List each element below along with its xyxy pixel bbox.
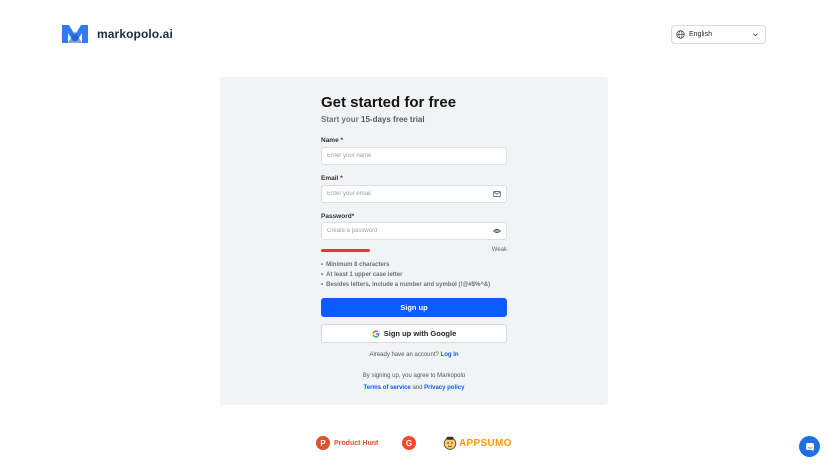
markopolo-logo-icon [62,25,88,43]
name-input[interactable] [327,153,501,159]
page-title: Get started for free [321,94,457,111]
login-prompt: Already have an account? Log In [321,352,507,358]
signup-button[interactable]: Sign up [321,298,507,317]
g2-badge-icon[interactable]: G [402,436,416,450]
privacy-link[interactable]: Privacy policy [424,385,464,391]
globe-icon [676,30,685,39]
brand-name: markopolo.ai [97,27,173,41]
password-rule-item: Minimum 8 characters [321,260,490,270]
producthunt-icon: P [316,436,330,450]
password-rules: Minimum 8 charactersAt least 1 upper cas… [321,260,490,290]
password-label: Password* [321,213,355,220]
brand-logo[interactable]: markopolo.ai [61,23,173,45]
producthunt-label: Product Hunt [334,439,379,447]
signup-card: Get started for free Start your 15-days … [220,77,608,405]
appsumo-mascot-icon [443,436,457,450]
appsumo-badge[interactable]: APPSUMO [443,436,512,450]
password-rule-item: At least 1 upper case letter [321,270,490,280]
strength-bar [321,249,370,252]
strength-track [321,249,461,252]
login-prompt-text: Already have an account? [369,352,439,358]
language-label: English [689,31,712,38]
chat-launcher-button[interactable] [799,436,820,457]
name-label: Name * [321,137,344,144]
subtitle: Start your 15-days free trial [321,115,425,124]
terms-link[interactable]: Terms of service [364,385,411,391]
google-icon [372,329,380,338]
google-signup-button[interactable]: Sign up with Google [321,324,507,343]
legal-and: and [412,385,423,391]
language-select[interactable]: English [671,25,766,44]
strength-label: Weak [491,247,507,253]
password-input[interactable] [327,228,493,234]
name-field[interactable] [321,147,507,165]
password-strength: Weak [321,247,507,256]
mail-icon [493,191,501,197]
trust-badges: P Product Hunt G APPSUMO [316,436,516,452]
appsumo-label: APPSUMO [459,437,512,449]
email-field[interactable] [321,185,507,203]
password-field[interactable] [321,222,507,240]
email-label: Email * [321,175,343,182]
password-rule-item: Besides letters, include a number and sy… [321,280,490,290]
email-input[interactable] [327,191,493,197]
chevron-down-icon [753,33,758,37]
legal-text: By signing up, you agree to Markopolo [362,373,466,379]
eye-icon[interactable] [493,227,501,235]
google-button-label: Sign up with Google [383,329,457,338]
chat-bubble-icon [805,442,814,451]
producthunt-badge[interactable]: P Product Hunt [316,436,378,450]
subtitle-prefix: Start your [321,115,362,124]
login-link[interactable]: Log In [441,352,459,358]
legal-notice: By signing up, you agree to Markopolo Te… [321,370,507,394]
subtitle-trial: 15-days free trial [361,115,425,124]
signup-page: markopolo.ai English Get started for fre… [0,0,828,466]
